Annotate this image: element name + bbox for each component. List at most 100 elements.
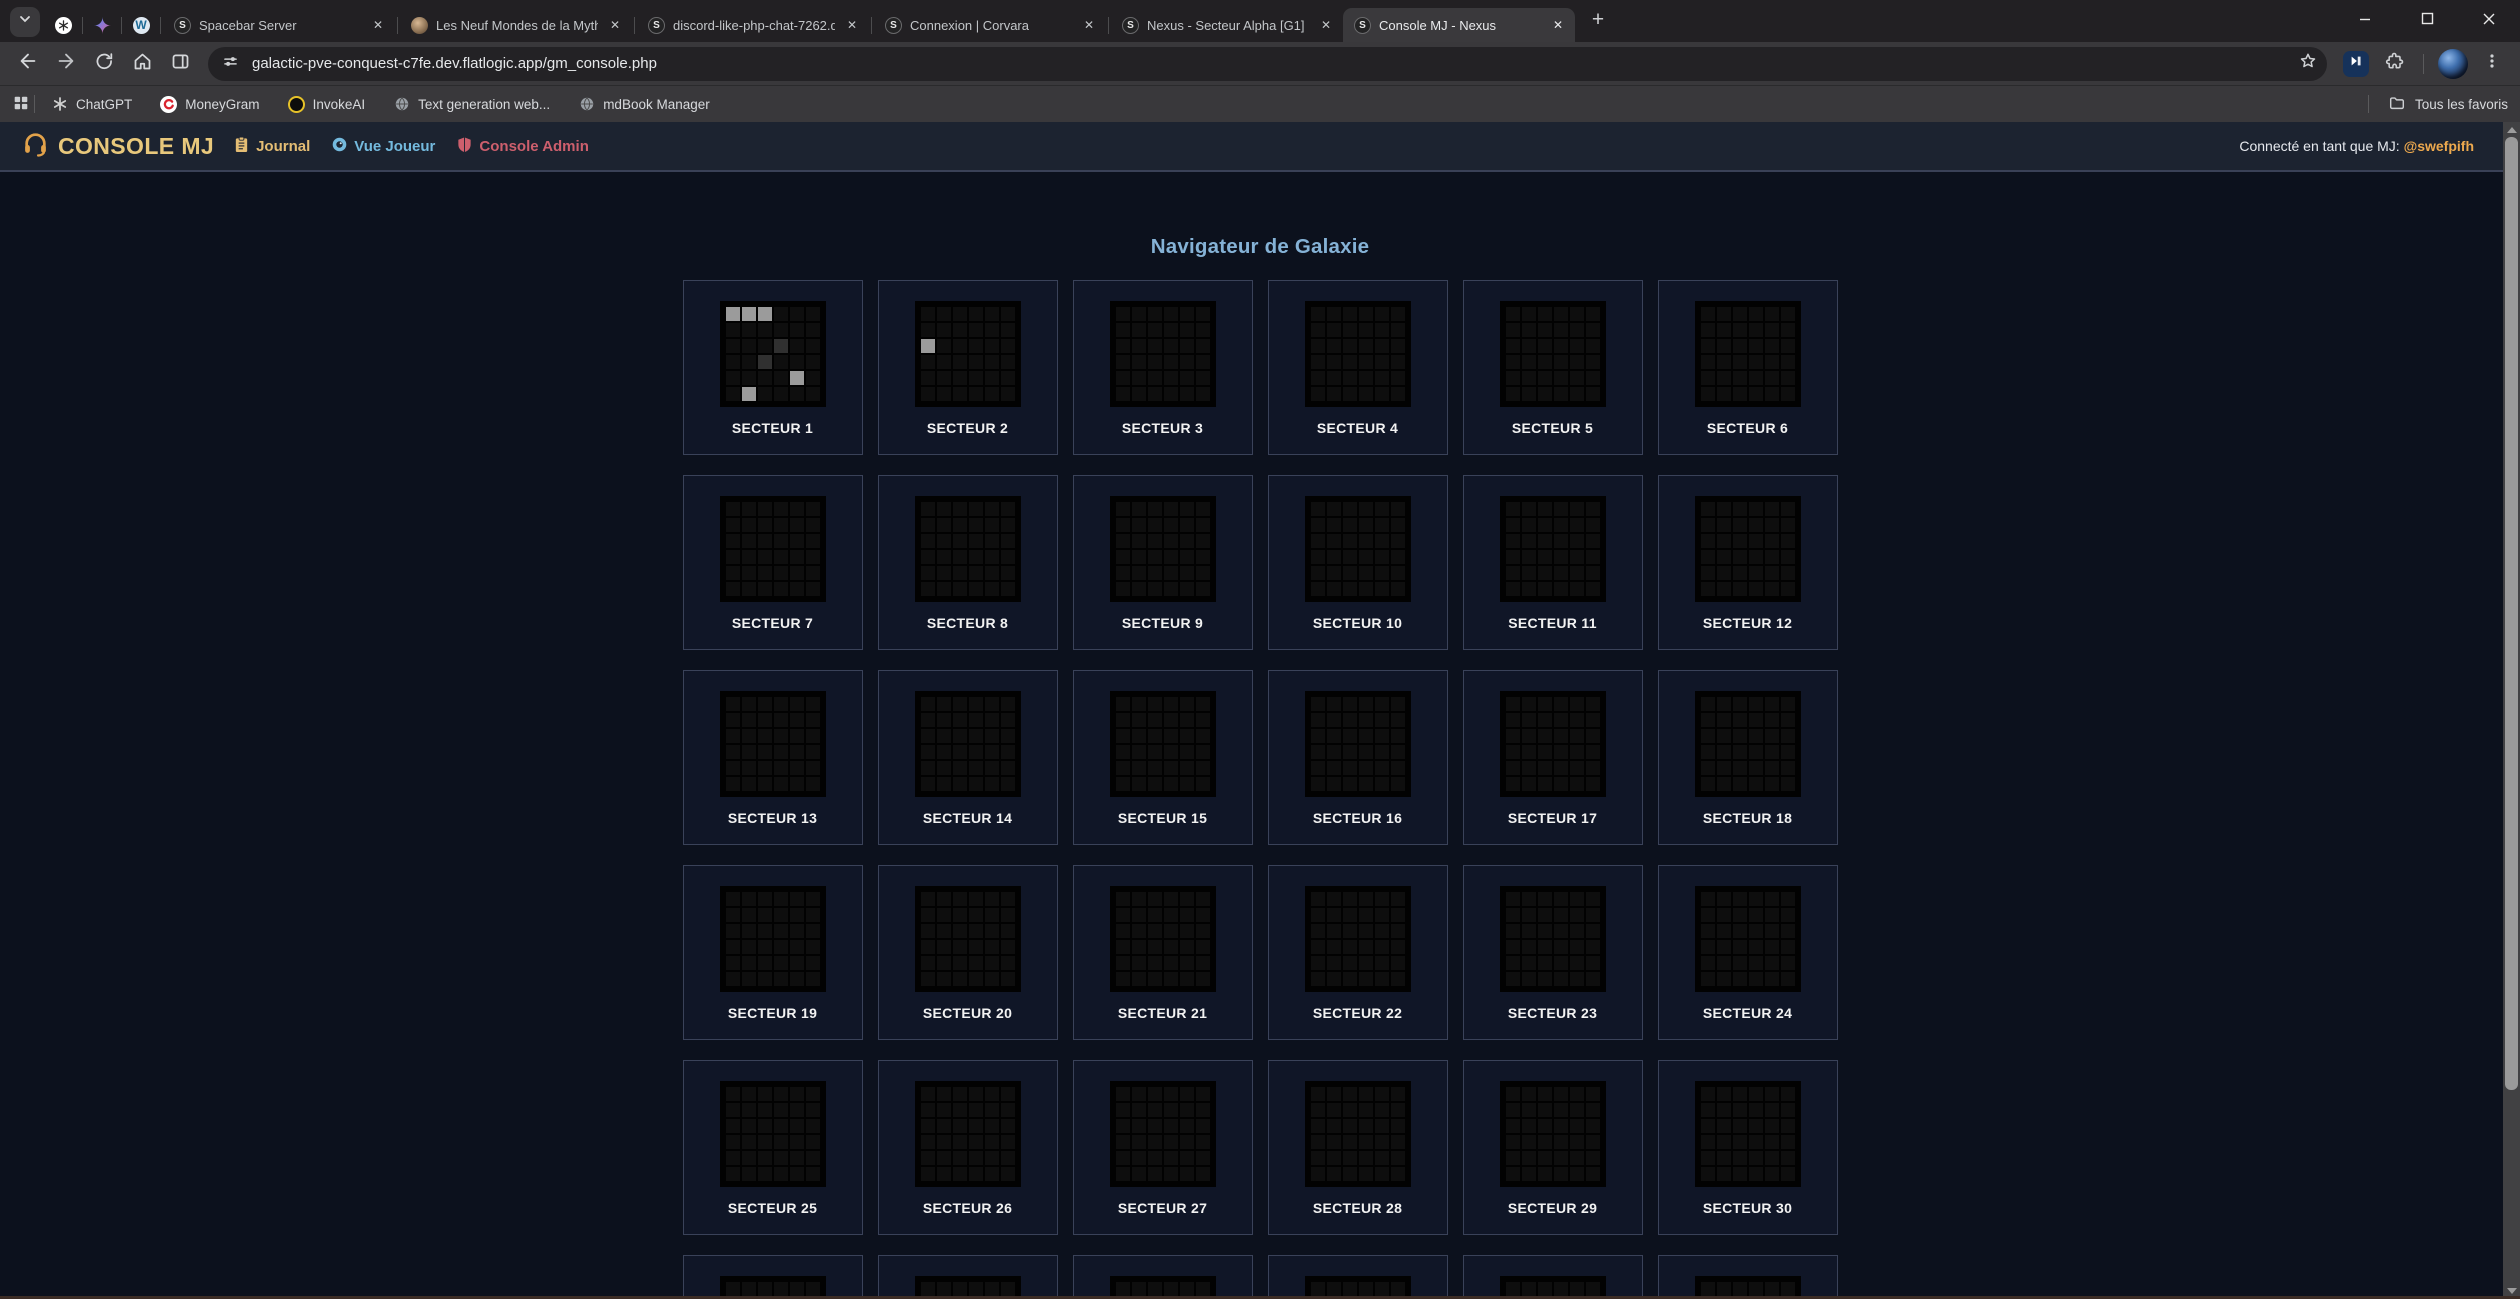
tab-2[interactable]: Les Neuf Mondes de la Mytholo✕ — [400, 8, 632, 42]
map-cell — [1343, 387, 1357, 401]
tab-5[interactable]: SNexus - Secteur Alpha [G1]✕ — [1111, 8, 1343, 42]
sector-card-32[interactable]: SECTEUR 32 — [878, 1255, 1058, 1299]
tab-1[interactable]: SSpacebar Server✕ — [163, 8, 395, 42]
sector-card-15[interactable]: SECTEUR 15 — [1073, 670, 1253, 845]
nav-item-console-admin[interactable]: Console Admin — [456, 136, 588, 157]
sector-card-4[interactable]: SECTEUR 4 — [1268, 280, 1448, 455]
all-bookmarks-button[interactable]: Tous les favoris — [2358, 94, 2508, 115]
sector-card-35[interactable]: SECTEUR 35 — [1463, 1255, 1643, 1299]
minimize-button[interactable] — [2334, 0, 2396, 42]
browser-menu-button[interactable] — [2474, 46, 2510, 82]
sector-card-17[interactable]: SECTEUR 17 — [1463, 670, 1643, 845]
bookmark-item[interactable]: InvokeAI — [288, 96, 366, 113]
sector-card-19[interactable]: SECTEUR 19 — [683, 865, 863, 1040]
sector-card-11[interactable]: SECTEUR 11 — [1463, 475, 1643, 650]
scrollbar-thumb[interactable] — [2505, 137, 2518, 1090]
tab-3[interactable]: Sdiscord-like-php-chat-7262.dev✕ — [637, 8, 869, 42]
sector-card-5[interactable]: SECTEUR 5 — [1463, 280, 1643, 455]
bookmark-item[interactable]: MoneyGram — [160, 96, 259, 113]
map-cell — [790, 355, 804, 369]
scrollbar-up-arrow[interactable] — [2503, 122, 2520, 138]
pinned-tab[interactable] — [46, 8, 80, 42]
sector-card-33[interactable]: SECTEUR 33 — [1073, 1255, 1253, 1299]
map-cell — [1375, 502, 1389, 516]
nav-item-journal[interactable]: Journal — [233, 136, 310, 157]
apps-shortcut-button[interactable] — [12, 94, 30, 115]
pinned-extension-button[interactable] — [2343, 51, 2369, 77]
back-button[interactable] — [10, 46, 46, 82]
tab-close-icon[interactable]: ✕ — [369, 16, 387, 34]
sector-card-3[interactable]: SECTEUR 3 — [1073, 280, 1253, 455]
sector-card-26[interactable]: SECTEUR 26 — [878, 1060, 1058, 1235]
site-info-button[interactable] — [216, 50, 244, 78]
forward-button[interactable] — [48, 46, 84, 82]
bookmark-item[interactable]: ChatGPT — [51, 96, 132, 113]
reload-button[interactable] — [86, 46, 122, 82]
url-text[interactable]: galactic-pve-conquest-c7fe.dev.flatlogic… — [252, 55, 2285, 72]
sector-card-20[interactable]: SECTEUR 20 — [878, 865, 1058, 1040]
sector-card-6[interactable]: SECTEUR 6 — [1658, 280, 1838, 455]
tab-4[interactable]: SConnexion | Corvara✕ — [874, 8, 1106, 42]
map-cell — [774, 550, 788, 564]
sector-card-18[interactable]: SECTEUR 18 — [1658, 670, 1838, 845]
tab-close-icon[interactable]: ✕ — [1317, 16, 1335, 34]
home-button[interactable] — [124, 46, 160, 82]
sector-card-28[interactable]: SECTEUR 28 — [1268, 1060, 1448, 1235]
sector-card-7[interactable]: SECTEUR 7 — [683, 475, 863, 650]
sector-card-29[interactable]: SECTEUR 29 — [1463, 1060, 1643, 1235]
sector-card-14[interactable]: SECTEUR 14 — [878, 670, 1058, 845]
nav-item-vue-joueur[interactable]: Vue Joueur — [331, 136, 435, 157]
sector-card-25[interactable]: SECTEUR 25 — [683, 1060, 863, 1235]
bookmark-item[interactable]: Text generation web... — [393, 96, 550, 113]
sector-card-10[interactable]: SECTEUR 10 — [1268, 475, 1448, 650]
map-cell — [953, 1135, 967, 1149]
tab-search-button[interactable] — [10, 7, 40, 37]
maximize-button[interactable] — [2396, 0, 2458, 42]
sector-card-24[interactable]: SECTEUR 24 — [1658, 865, 1838, 1040]
map-cell — [742, 940, 756, 954]
map-cell — [1554, 307, 1568, 321]
map-cell — [1359, 1103, 1373, 1117]
sector-card-9[interactable]: SECTEUR 9 — [1073, 475, 1253, 650]
close-window-button[interactable] — [2458, 0, 2520, 42]
sector-card-22[interactable]: SECTEUR 22 — [1268, 865, 1448, 1040]
site-header: CONSOLE MJ Journal Vue Joueur Console Ad… — [0, 122, 2520, 172]
pinned-tab[interactable] — [85, 8, 119, 42]
sector-card-23[interactable]: SECTEUR 23 — [1463, 865, 1643, 1040]
tab-close-icon[interactable]: ✕ — [1080, 16, 1098, 34]
pinned-tab[interactable]: W — [124, 8, 158, 42]
tab-close-icon[interactable]: ✕ — [1549, 16, 1567, 34]
tab-6[interactable]: SConsole MJ - Nexus✕ — [1343, 8, 1575, 42]
tab-close-icon[interactable]: ✕ — [606, 16, 624, 34]
bookmark-star-button[interactable] — [2293, 49, 2323, 79]
map-cell — [1570, 339, 1584, 353]
page-scrollbar[interactable] — [2503, 122, 2520, 1299]
side-panel-button[interactable] — [162, 46, 198, 82]
map-cell — [1570, 550, 1584, 564]
sector-card-16[interactable]: SECTEUR 16 — [1268, 670, 1448, 845]
extensions-button[interactable] — [2377, 46, 2413, 82]
sector-card-27[interactable]: SECTEUR 27 — [1073, 1060, 1253, 1235]
address-bar[interactable]: galactic-pve-conquest-c7fe.dev.flatlogic… — [208, 47, 2327, 81]
profile-avatar[interactable] — [2438, 49, 2468, 79]
sector-card-1[interactable]: SECTEUR 1 — [683, 280, 863, 455]
map-cell — [1148, 745, 1162, 759]
map-cell — [1781, 550, 1795, 564]
bookmark-item[interactable]: mdBook Manager — [578, 96, 710, 113]
map-cell — [1717, 761, 1731, 775]
new-tab-button[interactable]: + — [1583, 5, 1613, 35]
tab-close-icon[interactable]: ✕ — [843, 16, 861, 34]
sector-card-21[interactable]: SECTEUR 21 — [1073, 865, 1253, 1040]
sector-card-30[interactable]: SECTEUR 30 — [1658, 1060, 1838, 1235]
sector-card-12[interactable]: SECTEUR 12 — [1658, 475, 1838, 650]
sector-card-36[interactable]: SECTEUR 36 — [1658, 1255, 1838, 1299]
site-brand[interactable]: CONSOLE MJ — [22, 130, 214, 163]
sector-card-13[interactable]: SECTEUR 13 — [683, 670, 863, 845]
map-cell — [1148, 371, 1162, 385]
map-cell — [1132, 307, 1146, 321]
sector-card-31[interactable]: SECTEUR 31 — [683, 1255, 863, 1299]
sector-card-34[interactable]: SECTEUR 34 — [1268, 1255, 1448, 1299]
sector-card-8[interactable]: SECTEUR 8 — [878, 475, 1058, 650]
map-cell — [1001, 566, 1015, 580]
sector-card-2[interactable]: SECTEUR 2 — [878, 280, 1058, 455]
